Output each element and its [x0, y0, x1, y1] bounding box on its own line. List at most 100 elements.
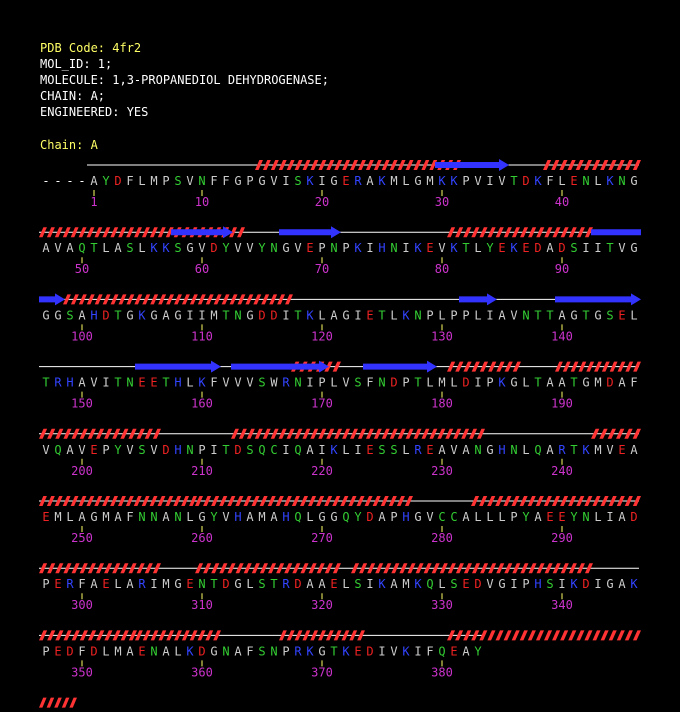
residue: Y — [474, 644, 482, 658]
residue: D — [582, 577, 589, 591]
residue: E — [366, 308, 373, 322]
residue: D — [234, 443, 241, 457]
residue-number: 380 — [431, 665, 453, 679]
residue: F — [366, 376, 373, 390]
residue: I — [366, 577, 373, 591]
residue: K — [354, 241, 362, 255]
residue-number: 10 — [195, 195, 209, 209]
residue: E — [462, 577, 469, 591]
residue: L — [186, 510, 193, 524]
residue: L — [306, 510, 313, 524]
residue: L — [402, 174, 409, 188]
residue: K — [150, 241, 158, 255]
residue: I — [582, 241, 589, 255]
residue: M — [426, 174, 433, 188]
residue: N — [198, 174, 205, 188]
residue: V — [342, 376, 349, 390]
residue: K — [414, 241, 422, 255]
residue: A — [366, 174, 374, 188]
residue: S — [294, 174, 301, 188]
residue: T — [294, 308, 301, 322]
residue: K — [450, 241, 458, 255]
residue-number: 290 — [551, 531, 573, 545]
residue: I — [354, 443, 361, 457]
residue: K — [138, 308, 146, 322]
residue: D — [534, 241, 541, 255]
residue: G — [414, 510, 421, 524]
residue: F — [78, 644, 85, 658]
residue: D — [162, 443, 169, 457]
residue: N — [270, 241, 277, 255]
residue-number: 120 — [311, 329, 333, 343]
residue: E — [546, 510, 553, 524]
residue: A — [126, 644, 134, 658]
strand-arrow — [555, 293, 641, 306]
residue: T — [570, 376, 577, 390]
residue: S — [174, 241, 181, 255]
residue: V — [54, 241, 61, 255]
residue: V — [222, 510, 229, 524]
residue: E — [618, 443, 625, 457]
residue: M — [114, 644, 121, 658]
residue: Y — [354, 510, 362, 524]
residue-number: 260 — [191, 531, 213, 545]
residue: K — [630, 577, 638, 591]
residue: S — [66, 308, 73, 322]
residue: N — [330, 241, 337, 255]
residue: M — [390, 174, 397, 188]
residue: L — [138, 241, 145, 255]
residue: L — [594, 510, 601, 524]
residue: K — [330, 443, 338, 457]
residue: G — [318, 644, 325, 658]
residue: A — [66, 443, 74, 457]
residue: G — [174, 577, 181, 591]
residue: P — [522, 577, 529, 591]
residue: R — [558, 443, 566, 457]
residue: N — [618, 174, 625, 188]
residue: F — [78, 577, 85, 591]
residue: N — [414, 308, 421, 322]
residue: L — [522, 376, 529, 390]
residue: D — [462, 376, 469, 390]
residue: D — [522, 174, 529, 188]
residue: Y — [570, 510, 578, 524]
residue: P — [102, 443, 109, 457]
residue: P — [510, 510, 517, 524]
residue: D — [390, 376, 397, 390]
residue: K — [450, 174, 458, 188]
helix-turn — [624, 630, 633, 641]
residue: I — [594, 241, 601, 255]
residue: R — [354, 174, 362, 188]
residue: I — [318, 174, 325, 188]
residue: A — [546, 241, 554, 255]
residue: V — [426, 510, 433, 524]
residue: F — [210, 376, 217, 390]
residue: K — [582, 443, 590, 457]
residue: A — [462, 510, 470, 524]
residue: N — [234, 308, 241, 322]
residue: I — [414, 644, 421, 658]
residue: G — [90, 510, 97, 524]
residue: K — [570, 577, 578, 591]
residue: I — [366, 241, 373, 255]
residue: L — [522, 443, 529, 457]
helix-turn — [511, 630, 520, 641]
helix-turn — [61, 697, 70, 708]
residue: H — [174, 376, 181, 390]
residue: K — [414, 577, 422, 591]
residue: I — [282, 443, 289, 457]
residue: F — [546, 174, 553, 188]
residue: M — [258, 510, 265, 524]
residue: H — [174, 443, 181, 457]
residue: A — [90, 174, 98, 188]
residue: Q — [54, 443, 61, 457]
residue: T — [462, 241, 469, 255]
residue: L — [102, 241, 109, 255]
residue: V — [234, 376, 241, 390]
residue: H — [66, 376, 73, 390]
residue: Q — [534, 443, 541, 457]
residue: L — [594, 174, 601, 188]
residue: C — [270, 443, 277, 457]
residue: A — [42, 241, 50, 255]
residue: T — [546, 308, 553, 322]
